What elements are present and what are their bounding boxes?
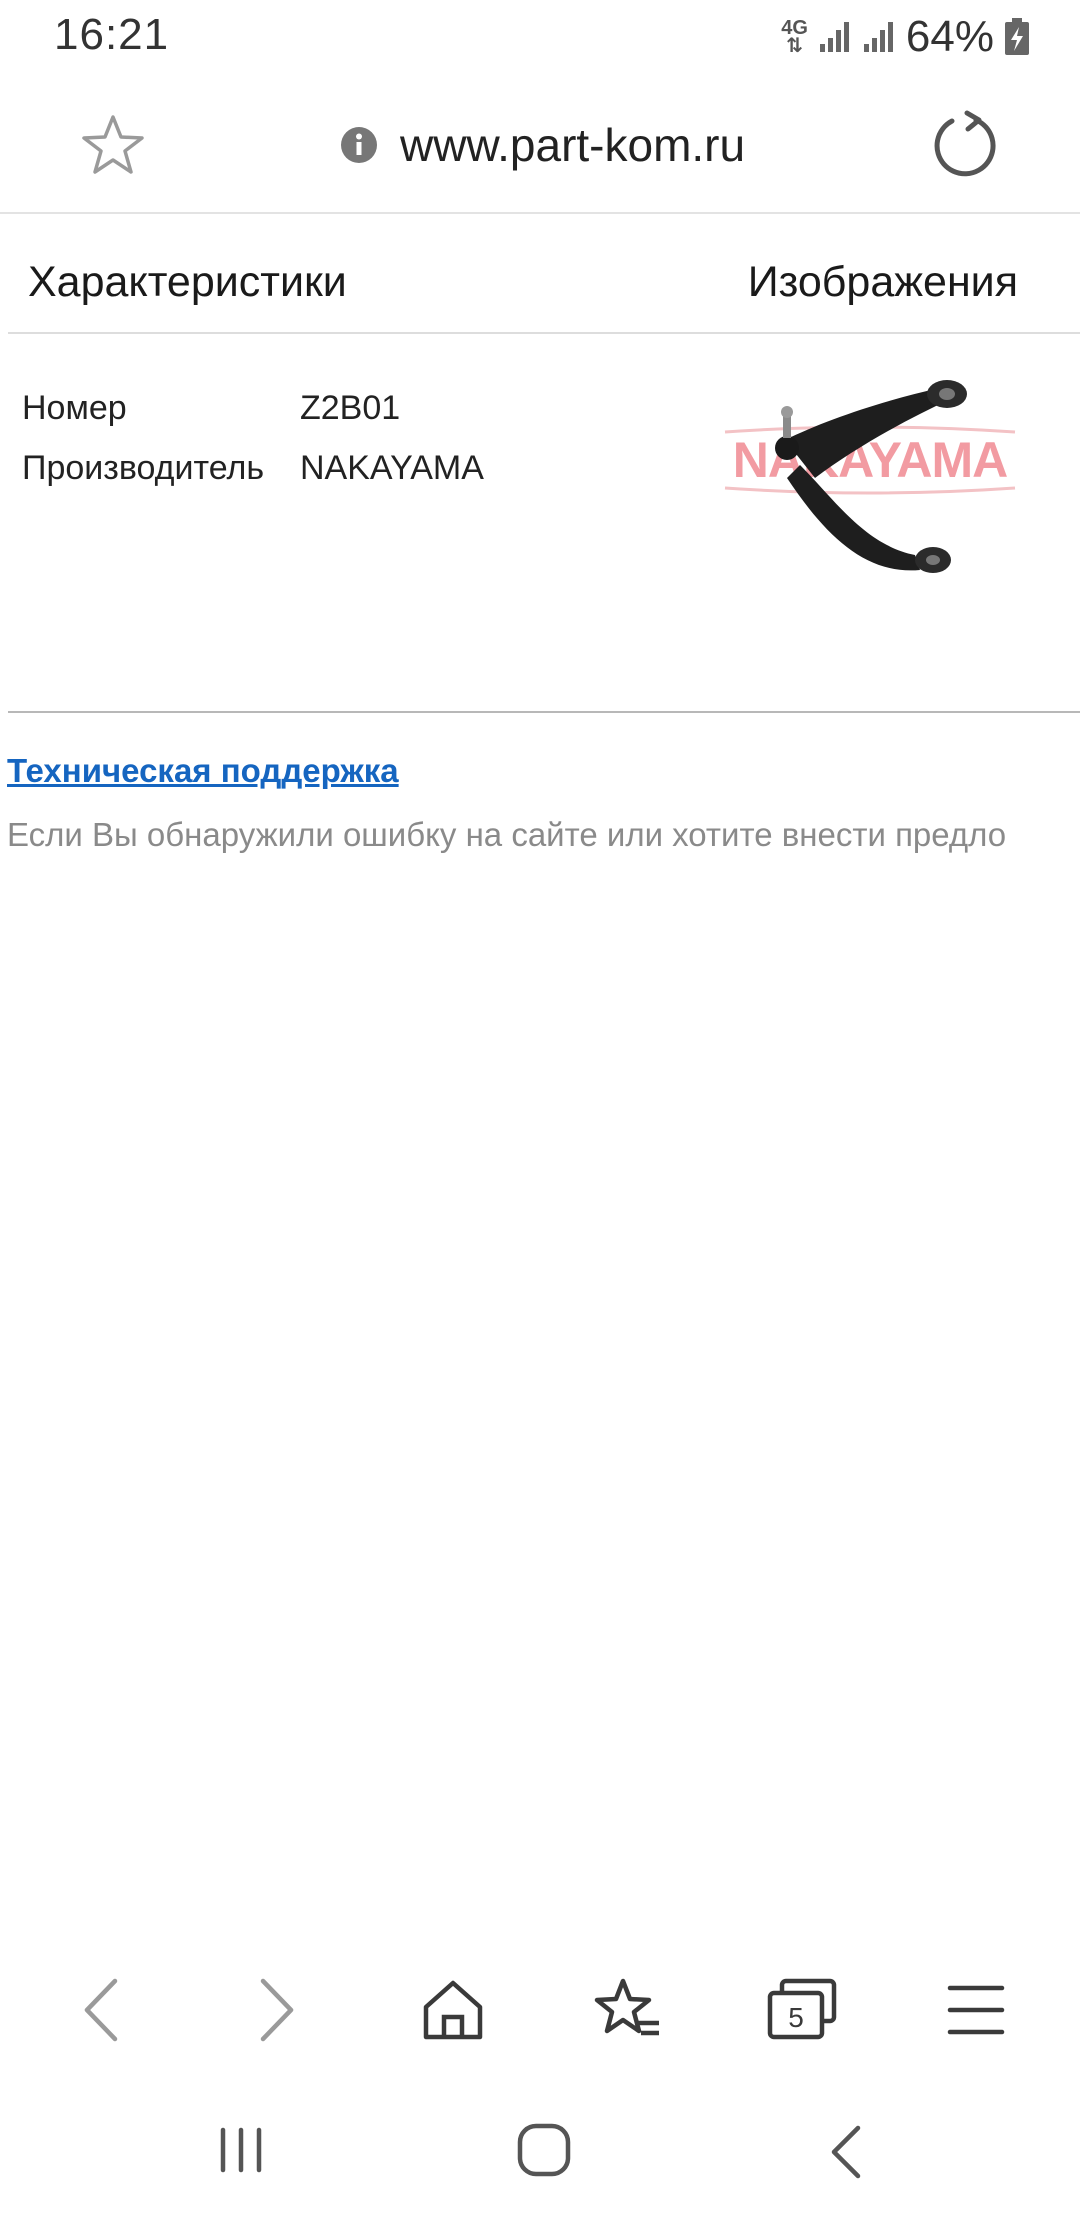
info-icon[interactable] [340, 126, 378, 164]
menu-button[interactable] [936, 1970, 1016, 2050]
reload-icon[interactable] [930, 108, 1002, 180]
battery-charging-icon [1005, 18, 1029, 55]
tabs-button[interactable]: 5 [762, 1970, 842, 2050]
status-indicators: 4G ⇅ 64% [781, 12, 1030, 62]
tab-characteristics[interactable]: Характеристики [28, 258, 347, 307]
spec-row-manufacturer: Производитель NAKAYAMA [22, 438, 484, 498]
spec-label: Номер [22, 388, 127, 427]
spec-value: Z2B01 [300, 388, 401, 427]
battery-level: 64% [905, 12, 994, 61]
support-text: Если Вы обнаружили ошибку на сайте или х… [7, 816, 1007, 853]
forward-icon [260, 1978, 294, 2042]
section-divider [8, 711, 1080, 713]
bookmarks-button[interactable] [588, 1970, 668, 2050]
bookmarks-icon [594, 1978, 659, 2036]
recents-icon[interactable] [215, 2124, 267, 2176]
tabs-icon: 5 [767, 1978, 837, 2040]
system-navigation [0, 2080, 1080, 2220]
forward-button[interactable] [236, 1970, 316, 2050]
address-field[interactable]: www.part-kom.ru [340, 110, 745, 180]
tab-count: 5 [788, 2002, 804, 2033]
tab-images[interactable]: Изображения [748, 258, 1018, 307]
back-icon [84, 1978, 118, 2042]
home-icon [423, 1980, 483, 2040]
spec-row-number: Номер Z2B01 [22, 378, 484, 438]
back-button[interactable] [62, 1970, 142, 2050]
signal-icon-2 [863, 22, 893, 52]
spec-label: Производитель [22, 448, 265, 487]
signal-icon [819, 22, 849, 52]
tabs-row: Характеристики Изображения [8, 216, 1080, 334]
product-image[interactable]: NAKAYAMA [715, 370, 1025, 590]
status-time: 16:21 [54, 10, 170, 59]
spec-value: NAKAYAMA [300, 448, 484, 487]
network-type-icon: 4G ⇅ [781, 17, 808, 57]
menu-icon [947, 1985, 1005, 2035]
browser-toolbar: 5 [0, 1940, 1080, 2070]
home-button[interactable] [413, 1970, 493, 2050]
url-text[interactable]: www.part-kom.ru [400, 118, 745, 172]
specs-table: Номер Z2B01 Производитель NAKAYAMA [22, 378, 484, 498]
system-back-icon[interactable] [826, 2124, 866, 2180]
star-icon[interactable] [80, 112, 146, 178]
status-bar: 16:21 4G ⇅ 64% [0, 0, 1080, 72]
home-circle-icon[interactable] [516, 2122, 572, 2178]
url-bar: www.part-kom.ru [0, 72, 1080, 214]
support-link[interactable]: Техническая поддержка [7, 752, 399, 790]
